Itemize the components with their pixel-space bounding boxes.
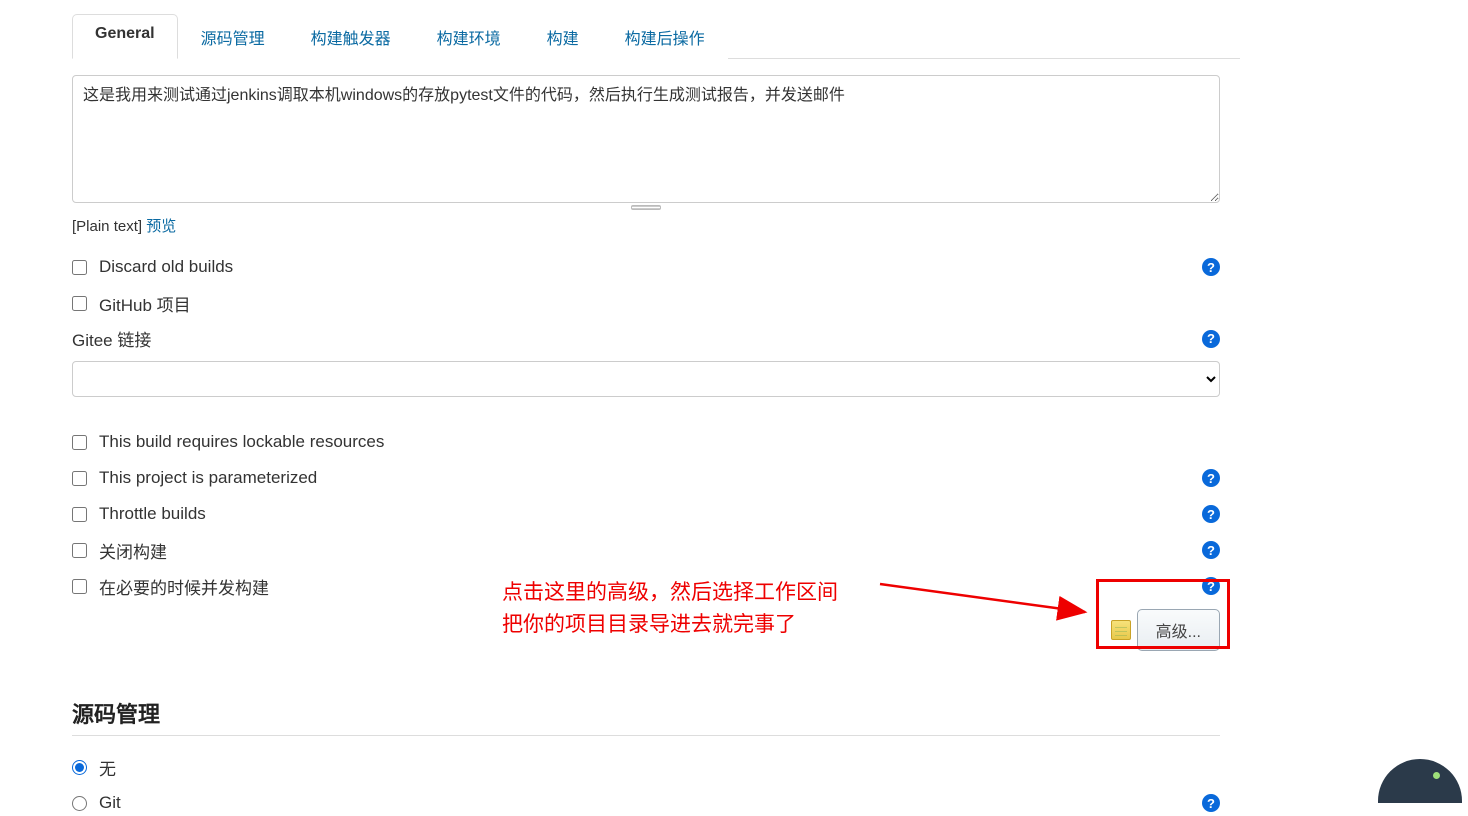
scm-none-label: 无 <box>99 755 116 780</box>
annotation-text-line2: 把你的项目目录导进去就完事了 <box>502 608 796 642</box>
description-format-row: [Plain text] 预览 <box>72 215 1240 236</box>
preview-link[interactable]: 预览 <box>146 218 176 235</box>
help-icon[interactable]: ? <box>1202 469 1220 487</box>
throttle-checkbox[interactable] <box>72 507 87 522</box>
tab-triggers[interactable]: 构建触发器 <box>288 14 414 59</box>
tab-build[interactable]: 构建 <box>524 14 602 59</box>
scm-git-label: Git <box>99 793 121 813</box>
gitee-link-select[interactable] <box>72 361 1220 397</box>
help-icon[interactable]: ? <box>1202 541 1220 559</box>
help-icon[interactable]: ? <box>1202 577 1220 595</box>
scm-none-radio[interactable] <box>72 760 87 775</box>
config-tabs: General 源码管理 构建触发器 构建环境 构建 构建后操作 <box>72 14 1240 59</box>
help-icon[interactable]: ? <box>1202 258 1220 276</box>
throttle-label: Throttle builds <box>99 504 206 524</box>
github-project-checkbox[interactable] <box>72 296 87 311</box>
plain-text-label: [Plain text] <box>72 218 146 235</box>
tab-scm[interactable]: 源码管理 <box>178 14 288 59</box>
gitee-link-label: Gitee 链接 <box>72 326 151 351</box>
help-icon[interactable]: ? <box>1202 330 1220 348</box>
parameterized-label: This project is parameterized <box>99 468 317 488</box>
disable-build-label: 关闭构建 <box>99 538 167 563</box>
floating-assistant-status-dot <box>1433 772 1440 779</box>
tab-postbuild[interactable]: 构建后操作 <box>602 14 728 59</box>
note-icon <box>1111 620 1131 640</box>
floating-assistant-bubble[interactable] <box>1378 759 1462 803</box>
tab-general[interactable]: General <box>72 14 178 59</box>
advanced-button[interactable]: 高级... <box>1137 609 1220 651</box>
help-icon[interactable]: ? <box>1202 505 1220 523</box>
annotation-text-line1: 点击这里的高级，然后选择工作区间 <box>502 576 838 610</box>
disable-build-checkbox[interactable] <box>72 543 87 558</box>
description-textarea[interactable] <box>72 75 1220 203</box>
github-project-label: GitHub 项目 <box>99 291 191 316</box>
textarea-resize-handle[interactable] <box>72 203 1220 211</box>
scm-section-heading: 源码管理 <box>72 697 1220 736</box>
discard-old-checkbox[interactable] <box>72 260 87 275</box>
concurrent-checkbox[interactable] <box>72 579 87 594</box>
lockable-label: This build requires lockable resources <box>99 432 384 452</box>
scm-git-radio[interactable] <box>72 796 87 811</box>
tab-env[interactable]: 构建环境 <box>414 14 524 59</box>
lockable-checkbox[interactable] <box>72 435 87 450</box>
parameterized-checkbox[interactable] <box>72 471 87 486</box>
discard-old-label: Discard old builds <box>99 257 233 277</box>
help-icon[interactable]: ? <box>1202 794 1220 812</box>
concurrent-label: 在必要的时候并发构建 <box>99 574 269 599</box>
